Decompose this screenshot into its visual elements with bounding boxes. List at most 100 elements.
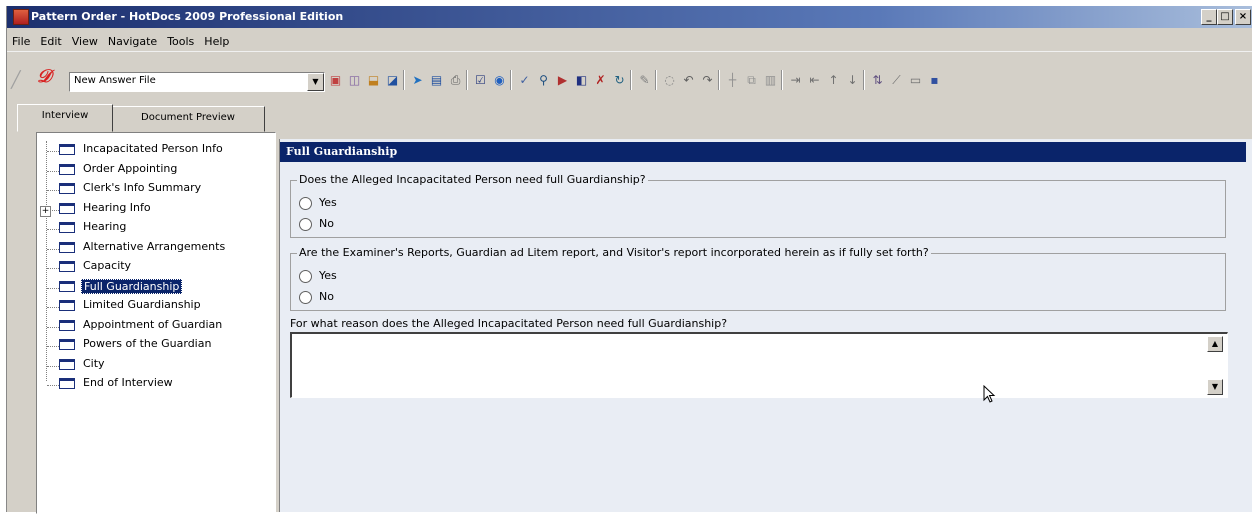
tab-interview[interactable]: Interview [17,104,113,132]
answer-file-select[interactable]: New Answer File ▼ [69,72,325,92]
tree-connector [47,248,59,250]
save-document-icon[interactable]: ▤ [428,72,445,89]
answer-file-value: New Answer File [74,75,156,86]
dialog-icon [59,261,75,272]
outdent-icon[interactable]: ⇤ [806,72,823,89]
tree-connector [47,307,59,308]
save-icon[interactable]: ⬓ [365,72,382,89]
dialog-icon [59,280,75,292]
edit-icon[interactable]: ✎ [636,72,653,89]
help-icon[interactable]: ◉ [491,72,508,89]
dialog-icon [59,202,75,214]
tree-item-label: Order Appointing [83,161,178,175]
tree-connector [47,385,59,386]
question-1-label: Does the Alleged Incapacitated Person ne… [297,173,648,186]
q1-no-label: No [319,217,334,230]
tree-item[interactable]: Appointment of Guardian [37,317,273,336]
menu-view[interactable]: View [67,29,103,48]
tree-connector [47,287,59,289]
toolbar: ╱ 𝒟 New Answer File ▼ ▣ ◫ ⬓ ◪ ➤ ▤ ⎙ ☑ ◉ ✓ ⚲ ▶ ◧ ✗ ↻ ✎ ◌ ↶… [7,52,1252,94]
tree-item[interactable]: City [37,356,273,375]
move-up-icon[interactable]: ↑ [825,72,842,89]
preview-icon[interactable]: ◧ [573,72,590,89]
redo-icon[interactable]: ↷ [699,72,716,89]
paste-icon[interactable]: ▥ [762,72,779,89]
tree-item[interactable]: Powers of the Guardian [37,336,273,355]
new-answer-file-icon[interactable]: ▣ [327,72,344,89]
tree-connector [47,170,59,172]
minimize-button[interactable]: _ [1201,9,1217,25]
close-button[interactable]: × [1235,9,1251,25]
tree-item-label: Clerk's Info Summary [83,181,202,194]
toolbar-separator [630,70,632,90]
tree-item[interactable]: Full Guardianship [37,278,273,297]
tree-item[interactable]: End of Interview [37,375,273,394]
tree-item[interactable]: Capacity [37,258,273,277]
print-icon[interactable]: ⎙ [447,72,464,89]
dialog-icon [59,241,75,253]
tree-item-label: Appointment of Guardian [83,317,223,331]
menu-tools[interactable]: Tools [162,29,199,48]
radio-button[interactable] [299,291,312,304]
tree-item[interactable]: Alternative Arrangements [37,239,273,258]
undo-icon[interactable]: ↶ [680,72,697,89]
menu-edit[interactable]: Edit [35,29,66,48]
properties-icon[interactable]: ☑ [472,72,489,89]
find-icon[interactable]: ⚲ [535,72,552,89]
tree-item-label: Hearing [83,220,127,233]
menu-help[interactable]: Help [199,29,234,48]
spell-check-icon[interactable]: ✓ [516,72,533,89]
chevron-down-icon[interactable]: ▼ [307,73,324,91]
tree-connector [47,268,59,269]
dialog-title: Full Guardianship [280,142,1246,162]
indent-icon[interactable]: ⇥ [787,72,804,89]
tab-document-preview[interactable]: Document Preview [111,106,265,132]
q2-no-label: No [319,290,334,303]
chart-icon[interactable]: ⟋ [888,72,905,89]
expand-icon[interactable]: + [40,205,51,217]
tree-item-label: Powers of the Guardian [83,337,212,350]
refresh-icon[interactable]: ↻ [611,72,628,89]
radio-button[interactable] [299,270,312,283]
tree-item[interactable]: + Hearing Info [37,200,273,219]
tree-item[interactable]: Order Appointing [37,161,273,180]
window-icon[interactable]: ▪ [926,72,943,89]
tree-item-label: Full Guardianship [81,278,183,294]
clear-icon[interactable]: ◌ [661,72,678,89]
insert-icon[interactable]: ┼ [724,72,741,89]
tree-item[interactable]: Incapacitated Person Info [37,141,273,160]
app-window: Pattern Order - HotDocs 2009 Professiona… [6,6,1252,514]
maximize-button[interactable]: □ [1217,9,1233,25]
graph-icon[interactable]: ▭ [907,72,924,89]
reason-textarea[interactable]: ▲ ▼ [290,332,1228,398]
tree-item[interactable]: Hearing [37,219,273,238]
radio-button[interactable] [299,218,312,231]
tree-connector [47,326,59,328]
send-icon[interactable]: ➤ [409,72,426,89]
radio-button[interactable] [299,197,312,210]
copy-icon[interactable]: ⧉ [743,72,760,89]
tree-connector [47,365,59,367]
dialog-icon [59,339,75,350]
menu-navigate[interactable]: Navigate [103,29,162,48]
toolbar-separator [466,70,468,90]
open-icon[interactable]: ◫ [346,72,363,89]
dialog-pane: Full Guardianship Does the Alleged Incap… [279,139,1252,512]
mark-icon[interactable]: ✗ [592,72,609,89]
tree-item-label: End of Interview [83,376,173,389]
question-group-2: Are the Examiner's Reports, Guardian ad … [290,246,1226,311]
assemble-icon[interactable]: ▶ [554,72,571,89]
sort-icon[interactable]: ⇅ [869,72,886,89]
scroll-up-icon[interactable]: ▲ [1207,336,1223,352]
menu-file[interactable]: File [7,29,35,48]
scroll-down-icon[interactable]: ▼ [1207,379,1223,395]
tree-item[interactable]: Limited Guardianship [37,297,273,316]
tree-item[interactable]: Clerk's Info Summary [37,180,273,199]
tree-connector [47,346,59,347]
mouse-cursor-icon [983,385,996,403]
move-down-icon[interactable]: ↓ [844,72,861,89]
dialog-icon [59,163,75,175]
dialog-icon [59,144,75,155]
save-as-icon[interactable]: ◪ [384,72,401,89]
hotdocs-logo-icon: 𝒟 [37,66,52,87]
